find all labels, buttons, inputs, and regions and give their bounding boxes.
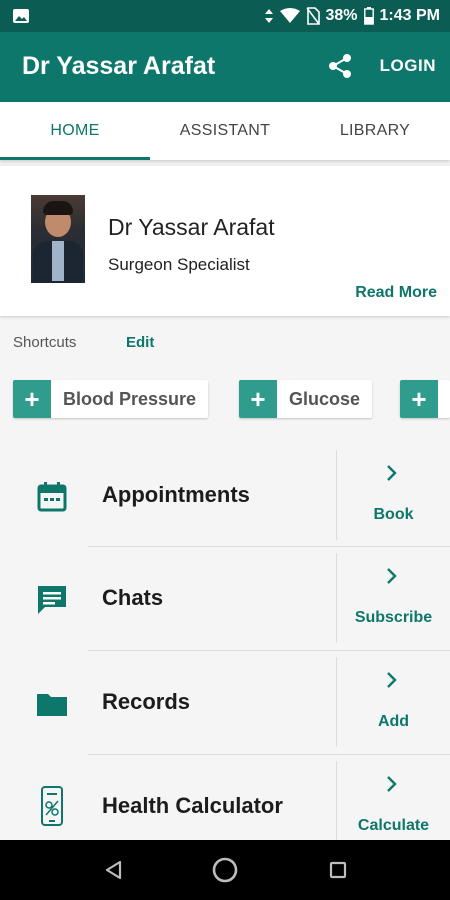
chat-icon	[38, 586, 66, 614]
active-tab-indicator	[0, 157, 150, 160]
home-icon[interactable]	[211, 856, 239, 884]
chevron-right-icon	[387, 568, 397, 584]
feature-row-chats[interactable]: Chats Subscribe	[0, 553, 450, 657]
plus-icon: +	[400, 380, 438, 418]
add-button[interactable]: Add	[337, 657, 450, 757]
action-label: Book	[373, 506, 414, 523]
divider	[88, 754, 450, 755]
chevron-right-icon	[387, 672, 397, 688]
calendar-icon	[37, 482, 67, 512]
shortcut-chip-label: Blood Pressure	[63, 388, 197, 409]
read-more-link[interactable]: Read More	[355, 284, 437, 302]
feature-title: Records	[102, 689, 191, 714]
battery-icon	[363, 7, 374, 25]
doctor-photo	[31, 195, 85, 283]
chevron-right-icon	[387, 465, 397, 481]
tab-library[interactable]: LIBRARY	[300, 102, 450, 160]
feature-title: Health Calculator	[102, 793, 283, 818]
back-icon[interactable]	[104, 860, 124, 880]
divider	[88, 546, 450, 547]
share-icon[interactable]	[326, 52, 354, 80]
phone-calculator-icon	[41, 786, 63, 826]
doctor-name: Dr Yassar Arafat	[108, 214, 275, 240]
shortcut-chip-label: Glucose	[289, 388, 361, 409]
wifi-icon	[279, 8, 300, 23]
battery-percent: 38%	[325, 7, 358, 24]
action-label: Subscribe	[354, 609, 433, 626]
data-arrows-icon	[264, 9, 273, 23]
feature-row-records[interactable]: Records Add	[0, 657, 450, 761]
clock: 1:43 PM	[379, 7, 440, 24]
system-nav-bar	[0, 840, 450, 900]
image-icon	[13, 9, 29, 23]
action-label: Calculate	[357, 817, 430, 834]
feature-row-appointments[interactable]: Appointments Book	[0, 450, 450, 554]
tab-assistant[interactable]: ASSISTANT	[150, 102, 300, 160]
plus-icon: +	[239, 380, 277, 418]
subscribe-button[interactable]: Subscribe	[337, 553, 450, 653]
shortcut-chip-partial[interactable]: +	[400, 380, 450, 418]
folder-icon	[37, 694, 67, 716]
tab-bar: HOME ASSISTANT LIBRARY	[0, 102, 450, 160]
app-title: Dr Yassar Arafat	[22, 52, 216, 80]
plus-icon: +	[13, 380, 51, 418]
divider	[88, 650, 450, 651]
action-label: Add	[377, 713, 410, 730]
status-bar: 38% 1:43 PM	[0, 0, 450, 32]
book-button[interactable]: Book	[337, 450, 450, 550]
no-sim-icon	[305, 7, 320, 25]
login-button[interactable]: LOGIN	[380, 56, 436, 76]
shortcut-chip-glucose[interactable]: + Glucose	[239, 380, 373, 418]
chevron-right-icon	[387, 776, 397, 792]
app-bar: Dr Yassar Arafat LOGIN	[0, 32, 450, 102]
feature-title: Chats	[102, 585, 164, 610]
shortcut-chip-blood-pressure[interactable]: + Blood Pressure	[13, 380, 209, 418]
feature-title: Appointments	[102, 482, 250, 507]
recents-icon[interactable]	[328, 860, 348, 880]
tab-home[interactable]: HOME	[0, 102, 150, 160]
doctor-specialty: Surgeon Specialist	[108, 255, 250, 274]
shortcuts-edit-button[interactable]: Edit	[126, 334, 154, 351]
profile-card[interactable]: Dr Yassar Arafat Surgeon Specialist Read…	[0, 166, 450, 316]
shortcuts-label: Shortcuts	[13, 334, 77, 351]
